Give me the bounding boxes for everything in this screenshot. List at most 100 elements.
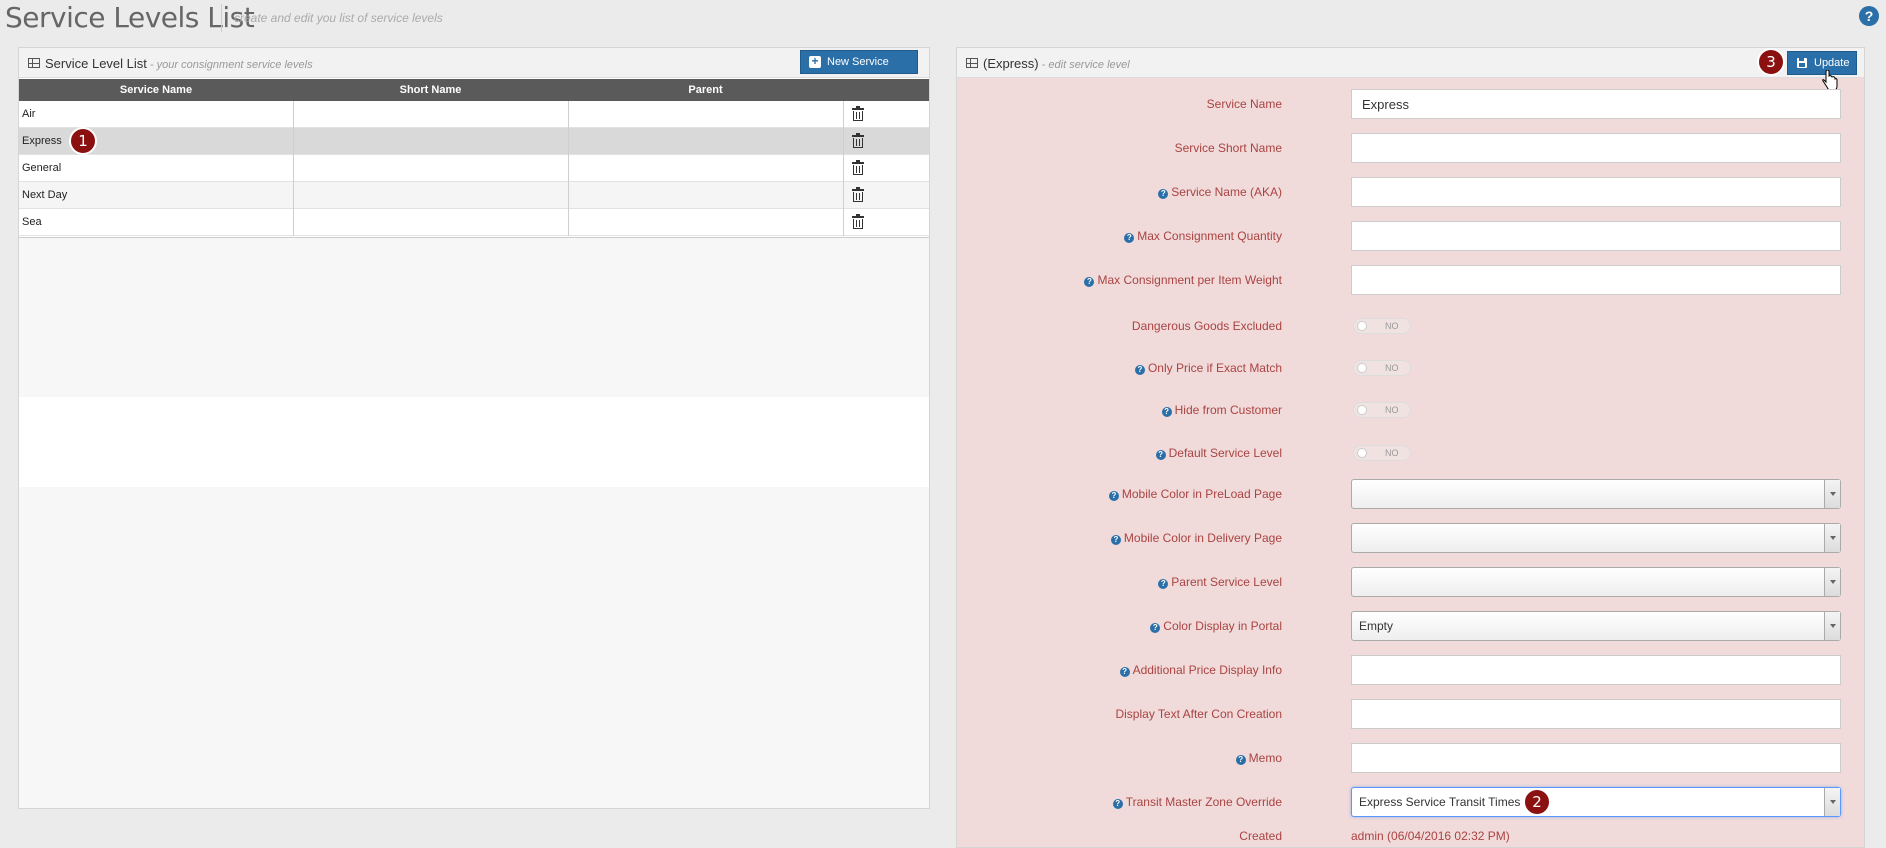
table-row[interactable]: General: [19, 155, 929, 182]
label-mobile-delivery: ? Mobile Color in Delivery Page: [1110, 523, 1282, 553]
help-icon[interactable]: ?: [1084, 277, 1095, 287]
help-icon[interactable]: ?: [1112, 799, 1123, 809]
step-badge-1: 1: [69, 127, 97, 155]
help-icon[interactable]: ?: [1859, 6, 1879, 26]
label-additional-price: ? Additional Price Display Info: [1119, 655, 1282, 685]
table-row[interactable]: Air: [19, 101, 929, 128]
label-exact-match: ? Only Price if Exact Match: [1134, 353, 1282, 383]
table-row[interactable]: Express: [19, 128, 929, 155]
toggle-text: NO: [1385, 405, 1399, 415]
help-icon[interactable]: ?: [1235, 755, 1246, 765]
chevron-down-icon: [1824, 788, 1840, 816]
exact-match-toggle[interactable]: NO: [1353, 360, 1411, 376]
service-name-input[interactable]: [1351, 89, 1841, 119]
label-service-name: Service Name: [1206, 97, 1282, 111]
table-header: Service Name Short Name Parent: [19, 79, 929, 101]
label-parent-level: ? Parent Service Level: [1158, 567, 1282, 597]
display-text-input[interactable]: [1351, 699, 1841, 729]
column-header-short-name[interactable]: Short Name: [293, 79, 568, 101]
table-row[interactable]: Next Day: [19, 182, 929, 209]
trash-icon[interactable]: [852, 187, 864, 202]
table-row[interactable]: Sea: [19, 209, 929, 236]
label-exact-match-text: Only Price if Exact Match: [1147, 361, 1282, 375]
chevron-down-icon: [1824, 480, 1840, 508]
column-header-parent[interactable]: Parent: [568, 79, 843, 101]
grid-icon: [966, 58, 978, 68]
label-dangerous: Dangerous Goods Excluded: [1131, 319, 1282, 333]
table-empty-area: [19, 397, 929, 487]
label-max-weight: ? Max Consignment per Item Weight: [1084, 265, 1282, 295]
label-max-weight-text: Max Consignment per Item Weight: [1097, 273, 1282, 287]
label-mobile-preload-text: Mobile Color in PreLoad Page: [1121, 487, 1282, 501]
form-row-created: Created admin (06/04/2016 02:32 PM): [957, 824, 1864, 848]
select-value: Empty: [1359, 619, 1394, 633]
max-qty-input[interactable]: [1351, 221, 1841, 251]
form-row-max-weight: ? Max Consignment per Item Weight: [957, 265, 1864, 295]
parent-level-select[interactable]: [1351, 567, 1841, 597]
form-row-parent-level: ? Parent Service Level: [957, 567, 1864, 597]
trash-icon[interactable]: [852, 106, 864, 121]
cell-short-name: [294, 209, 569, 236]
step-badge-3: 3: [1757, 48, 1785, 76]
form-row-service-name: Service Name: [957, 89, 1864, 119]
table-empty-area: [19, 487, 929, 808]
help-icon[interactable]: ?: [1158, 579, 1169, 589]
help-icon[interactable]: ?: [1119, 667, 1130, 677]
toggle-knob: [1357, 363, 1367, 373]
edit-service-level-panel: (Express) - edit service level 3 Update …: [956, 47, 1865, 848]
cell-short-name: [294, 155, 569, 182]
cell-service-name: Express: [19, 128, 294, 155]
help-icon[interactable]: ?: [1110, 535, 1121, 545]
dangerous-toggle[interactable]: NO: [1353, 318, 1411, 334]
form-row-default-level: ? Default Service Level NO: [957, 438, 1864, 468]
help-icon[interactable]: ?: [1134, 365, 1145, 375]
panel-header: (Express) - edit service level 3 Update: [957, 48, 1864, 91]
trash-icon[interactable]: [852, 133, 864, 148]
label-display-text: Display Text After Con Creation: [1115, 707, 1282, 721]
help-icon[interactable]: ?: [1108, 491, 1119, 501]
panel-header: Service Level List - your consignment se…: [19, 48, 929, 90]
form-row-mobile-preload: ? Mobile Color in PreLoad Page: [957, 479, 1864, 509]
form-row-short-name: Service Short Name: [957, 133, 1864, 163]
help-icon[interactable]: ?: [1150, 623, 1161, 633]
color-portal-select[interactable]: Empty: [1351, 611, 1841, 641]
form-row-max-qty: ? Max Consignment Quantity: [957, 221, 1864, 251]
trash-icon[interactable]: [852, 160, 864, 175]
memo-input[interactable]: [1351, 743, 1841, 773]
label-short-name: Service Short Name: [1174, 141, 1282, 155]
max-weight-input[interactable]: [1351, 265, 1841, 295]
cell-parent: [569, 155, 844, 182]
column-header-service-name[interactable]: Service Name: [19, 79, 293, 101]
new-service-level-button[interactable]: +New Service Level: [800, 50, 918, 90]
help-icon[interactable]: ?: [1155, 450, 1166, 460]
mobile-delivery-select[interactable]: [1351, 523, 1841, 553]
short-name-input[interactable]: [1351, 133, 1841, 163]
label-created: Created: [1239, 829, 1282, 843]
hide-customer-toggle[interactable]: NO: [1353, 402, 1411, 418]
aka-input[interactable]: [1351, 177, 1841, 207]
form-row-display-text: Display Text After Con Creation: [957, 699, 1864, 729]
panel-title: Service Level List - your consignment se…: [45, 56, 313, 71]
chevron-down-icon: [1824, 524, 1840, 552]
toggle-text: NO: [1385, 363, 1399, 373]
default-level-toggle[interactable]: NO: [1353, 445, 1411, 461]
form-row-transit-zone: ? Transit Master Zone Override Express Se…: [957, 787, 1864, 817]
form-row-hide-customer: ? Hide from Customer NO: [957, 395, 1864, 425]
additional-price-input[interactable]: [1351, 655, 1841, 685]
page-subtitle: create and edit you list of service leve…: [234, 11, 443, 25]
label-aka-text: Service Name (AKA): [1171, 185, 1282, 199]
help-icon[interactable]: ?: [1158, 189, 1169, 199]
header-divider: [221, 4, 222, 32]
label-default-level: ? Default Service Level: [1155, 438, 1282, 468]
cell-parent: [569, 182, 844, 209]
chevron-down-icon: [1824, 568, 1840, 596]
save-icon: [1797, 58, 1807, 68]
form-row-exact-match: ? Only Price if Exact Match NO: [957, 353, 1864, 383]
page-title: Service Levels List: [5, 1, 255, 34]
help-icon[interactable]: ?: [1161, 407, 1172, 417]
trash-icon[interactable]: [852, 214, 864, 229]
mobile-preload-select[interactable]: [1351, 479, 1841, 509]
cell-service-name: General: [19, 155, 294, 182]
help-icon[interactable]: ?: [1124, 233, 1135, 243]
transit-zone-select[interactable]: Express Service Transit Times: [1351, 787, 1841, 817]
